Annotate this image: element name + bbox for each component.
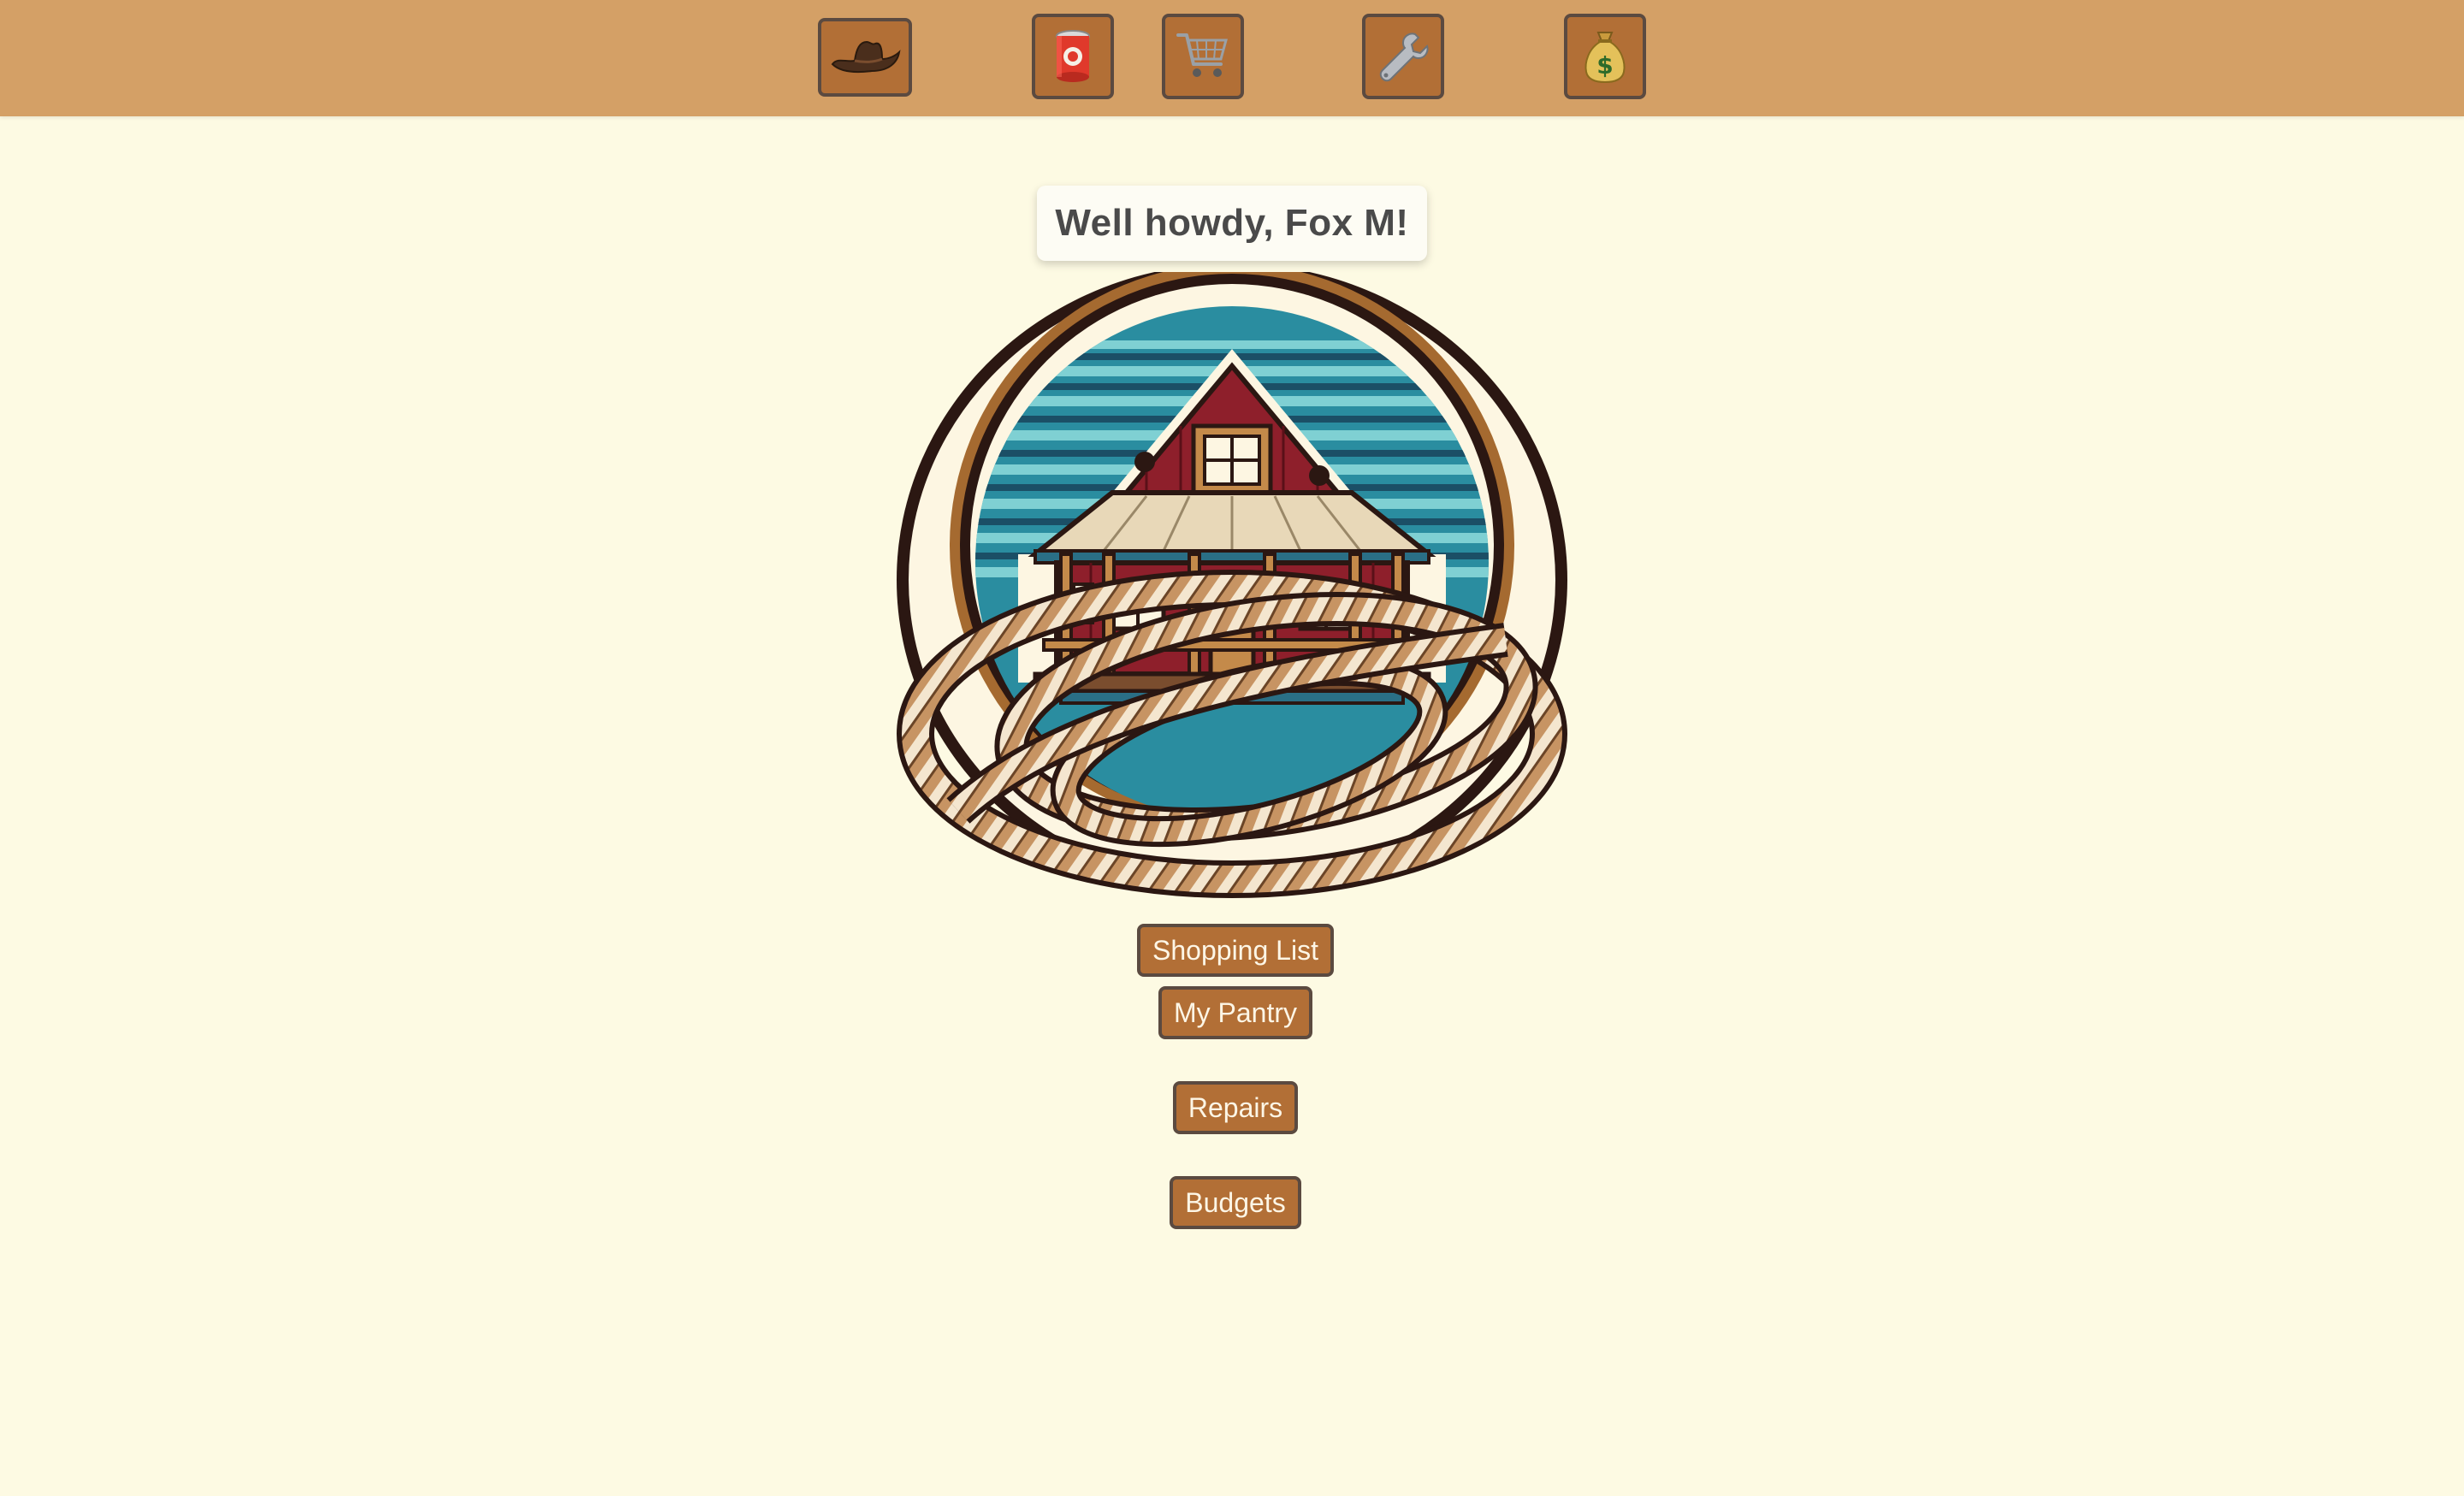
shopping-cart-icon [1176,33,1228,77]
canned-food-icon [1056,30,1090,82]
greeting-banner: Well howdy, Fox M! [1037,186,1427,261]
shopping-list-button[interactable]: Shopping List [1137,924,1334,977]
wrench-icon [1379,33,1429,82]
repairs-nav-button[interactable] [1362,14,1444,99]
shopping-cart-nav-button[interactable] [1162,14,1244,99]
my-pantry-button[interactable]: My Pantry [1158,986,1312,1039]
money-bag-icon: $ [1584,32,1626,84]
pantry-nav-button[interactable] [1032,14,1114,99]
budgets-button[interactable]: Budgets [1170,1176,1301,1229]
home-button[interactable] [818,18,912,97]
ranch-house-lasso-logo [897,272,1567,898]
budgets-nav-button[interactable]: $ [1564,14,1646,99]
greeting-text: Well howdy, Fox M! [1055,202,1409,244]
top-nav-bar: $ [0,0,2464,116]
cowboy-hat-icon [831,40,901,73]
svg-text:$: $ [1596,51,1613,80]
repairs-button[interactable]: Repairs [1173,1081,1298,1134]
